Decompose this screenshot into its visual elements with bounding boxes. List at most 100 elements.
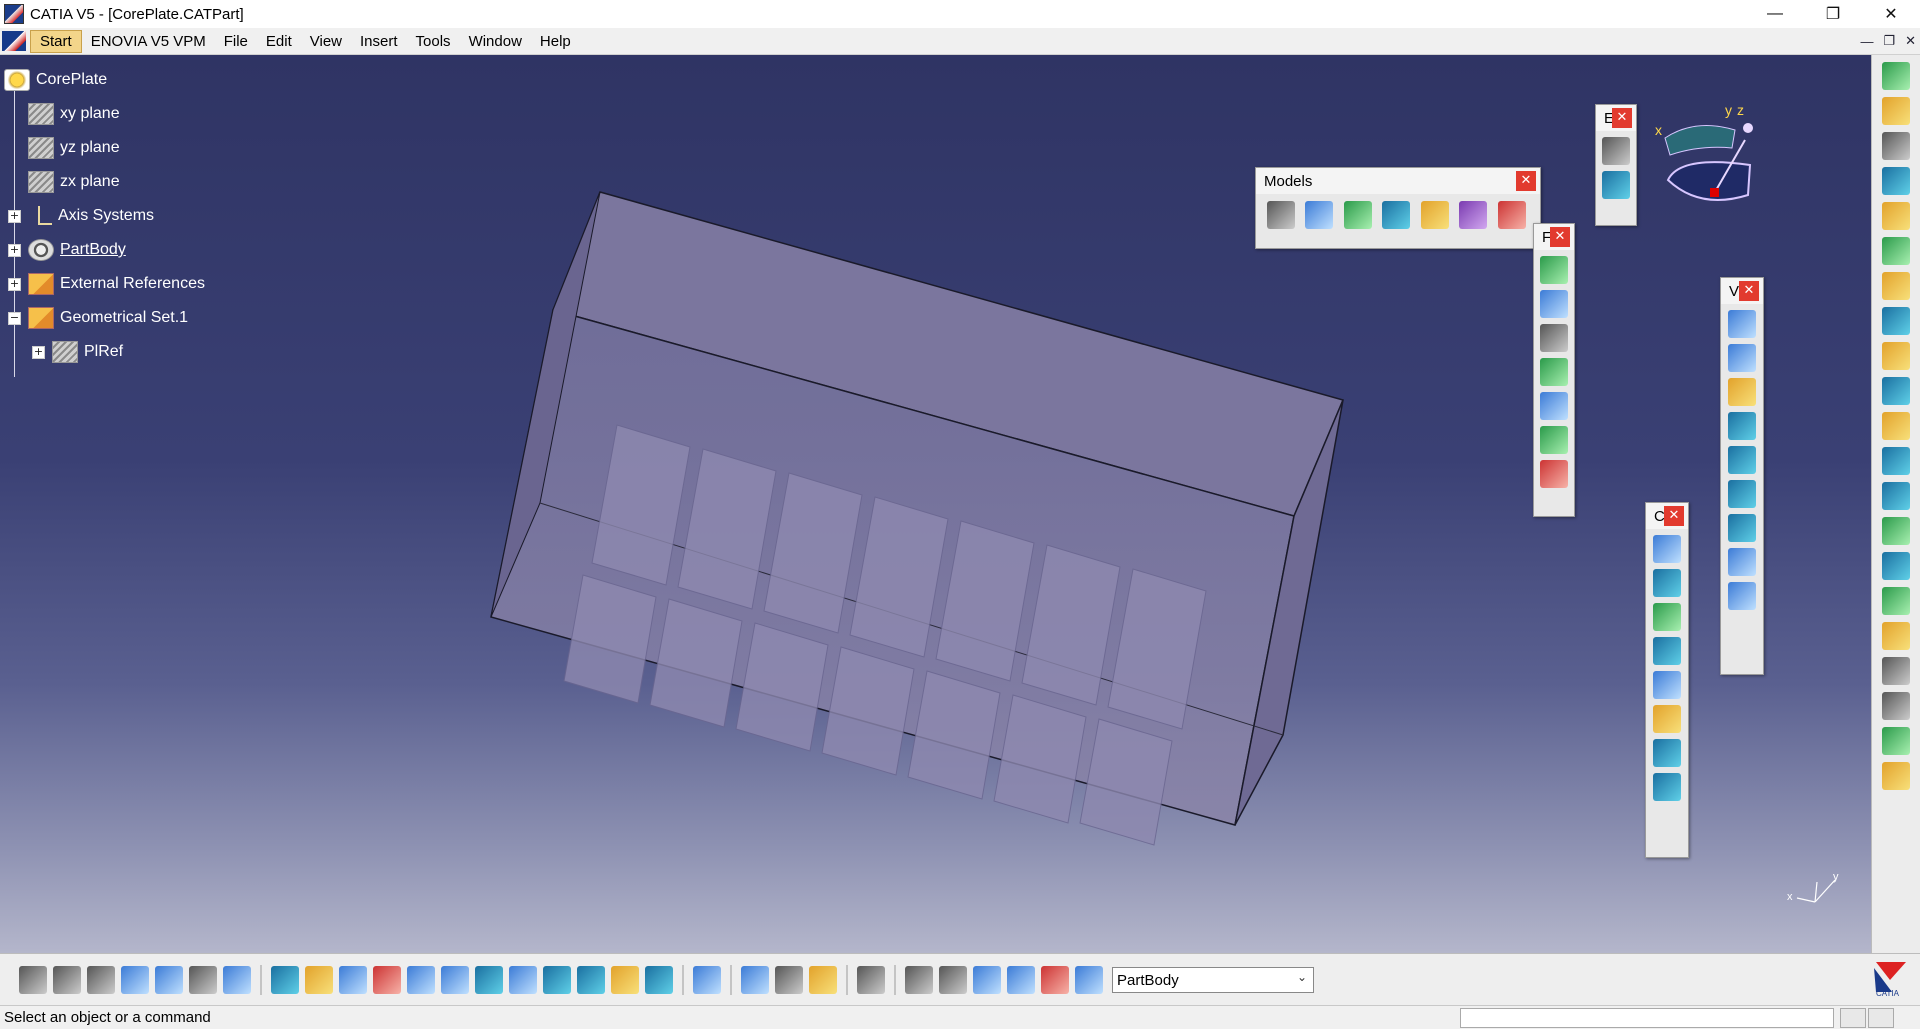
normal-view-icon[interactable] (475, 966, 503, 994)
expand-icon[interactable]: + (32, 346, 45, 359)
grid-icon[interactable] (1007, 966, 1035, 994)
sketcher-icon[interactable] (1882, 132, 1910, 160)
toolbar-e[interactable]: E ✕ (1595, 104, 1637, 226)
f-tool-icon[interactable] (1540, 358, 1568, 386)
spline-icon[interactable] (1728, 582, 1756, 610)
extrude-icon[interactable] (1882, 167, 1910, 195)
apply-material-icon[interactable] (809, 966, 837, 994)
toolbar-header[interactable]: F ✕ (1534, 224, 1574, 250)
f-tool-icon[interactable] (1540, 460, 1568, 488)
draft-analysis-icon[interactable] (1882, 762, 1910, 790)
capture-camera-icon[interactable] (857, 966, 885, 994)
symmetry-icon[interactable] (1882, 622, 1910, 650)
menu-window[interactable]: Window (460, 31, 531, 52)
annotation-icon[interactable] (1882, 692, 1910, 720)
iso-view-icon[interactable] (543, 966, 571, 994)
zoom-out-icon[interactable] (441, 966, 469, 994)
restore-icon[interactable]: ❐ (1804, 0, 1862, 28)
tree-item-external-references[interactable]: + External References (0, 267, 340, 301)
fillet-icon[interactable] (1882, 517, 1910, 545)
toolbar-f[interactable]: F ✕ (1533, 223, 1575, 517)
surface-icon[interactable] (1728, 480, 1756, 508)
close-icon[interactable]: ✕ (1550, 227, 1570, 247)
surface-icon[interactable] (1728, 446, 1756, 474)
models-tool-icon[interactable] (1267, 201, 1295, 229)
tree-item-xy-plane[interactable]: xy plane (0, 97, 340, 131)
tree-reorder-icon[interactable] (973, 966, 1001, 994)
f-tool-icon[interactable] (1540, 426, 1568, 454)
doc-minimize-icon[interactable]: — (1860, 34, 1873, 49)
knowledge-icon[interactable] (155, 966, 183, 994)
c-tool-icon[interactable] (1653, 705, 1681, 733)
minimize-icon[interactable]: — (1746, 0, 1804, 28)
close-icon[interactable]: ✕ (1862, 0, 1920, 28)
expand-icon[interactable]: + (8, 244, 21, 257)
surface-icon[interactable] (1728, 514, 1756, 542)
current-body-select[interactable]: PartBody ⌄ (1112, 967, 1314, 993)
toolbar-header[interactable]: C ✕ (1646, 503, 1688, 529)
compass-widget[interactable]: x y z (1640, 100, 1770, 240)
catalog-icon[interactable] (189, 966, 217, 994)
join-icon[interactable] (1882, 342, 1910, 370)
split-icon[interactable] (1882, 377, 1910, 405)
snap-icon[interactable] (1075, 966, 1103, 994)
toolbar-header[interactable]: E ✕ (1596, 105, 1636, 131)
measure-icon[interactable] (741, 966, 769, 994)
c-tool-icon[interactable] (1653, 603, 1681, 631)
models-tool-icon[interactable] (1382, 201, 1411, 229)
comment-icon[interactable] (53, 966, 81, 994)
c-tool-icon[interactable] (1653, 671, 1681, 699)
select-arrow-icon[interactable] (1882, 97, 1910, 125)
expand-icon[interactable]: + (8, 210, 21, 223)
book-icon[interactable] (1602, 171, 1630, 199)
menu-start[interactable]: Start (30, 29, 82, 53)
analysis-icon[interactable] (1882, 727, 1910, 755)
menu-enovia[interactable]: ENOVIA V5 VPM (82, 31, 215, 52)
plane-tool-icon[interactable] (1728, 378, 1756, 406)
extract-icon[interactable] (1882, 482, 1910, 510)
toolbar-header[interactable]: Models ✕ (1256, 168, 1540, 194)
compass-handle[interactable] (1743, 123, 1753, 133)
hide-show-icon[interactable] (611, 966, 639, 994)
tree-item-geometrical-set[interactable]: − Geometrical Set.1 (0, 301, 340, 335)
collapse-icon[interactable]: − (8, 312, 21, 325)
c-tool-icon[interactable] (1653, 637, 1681, 665)
c-tool-icon[interactable] (1653, 739, 1681, 767)
translate-icon[interactable] (1882, 552, 1910, 580)
fly-mode-icon[interactable] (271, 966, 299, 994)
f-tool-icon[interactable] (1540, 256, 1568, 284)
formula-icon[interactable] (19, 966, 47, 994)
doc-close-icon[interactable]: ✕ (1905, 33, 1916, 49)
point-icon[interactable] (1728, 310, 1756, 338)
menu-insert[interactable]: Insert (351, 31, 407, 52)
rotate-view-icon[interactable] (373, 966, 401, 994)
boundary-icon[interactable] (1882, 447, 1910, 475)
tree-item-zx-plane[interactable]: zx plane (0, 165, 340, 199)
tree-root[interactable]: CorePlate (0, 63, 340, 97)
work-on-support-icon[interactable] (1041, 966, 1069, 994)
revolve-icon[interactable] (1882, 202, 1910, 230)
close-icon[interactable]: ✕ (1612, 108, 1632, 128)
line-icon[interactable] (1728, 344, 1756, 372)
status-button-icon[interactable] (1840, 1008, 1866, 1028)
close-icon[interactable]: ✕ (1739, 281, 1759, 301)
menu-edit[interactable]: Edit (257, 31, 301, 52)
menu-view[interactable]: View (301, 31, 351, 52)
workbench-icon[interactable] (1882, 62, 1910, 90)
swap-space-icon[interactable] (645, 966, 673, 994)
toolbar-c[interactable]: C ✕ (1645, 502, 1689, 858)
c-tool-icon[interactable] (1653, 569, 1681, 597)
blend-icon[interactable] (1882, 307, 1910, 335)
models-tool-icon[interactable] (1459, 201, 1488, 229)
close-icon[interactable]: ✕ (1664, 506, 1684, 526)
menu-file[interactable]: File (215, 31, 257, 52)
models-tool-icon[interactable] (1497, 201, 1526, 229)
update-icon[interactable] (693, 966, 721, 994)
f-tool-icon[interactable] (1540, 392, 1568, 420)
table-icon[interactable] (121, 966, 149, 994)
printer-icon[interactable] (1602, 137, 1630, 165)
c-tool-icon[interactable] (1653, 535, 1681, 563)
tree-item-partbody[interactable]: + PartBody (0, 233, 340, 267)
menu-help[interactable]: Help (531, 31, 580, 52)
models-tool-icon[interactable] (1343, 201, 1372, 229)
